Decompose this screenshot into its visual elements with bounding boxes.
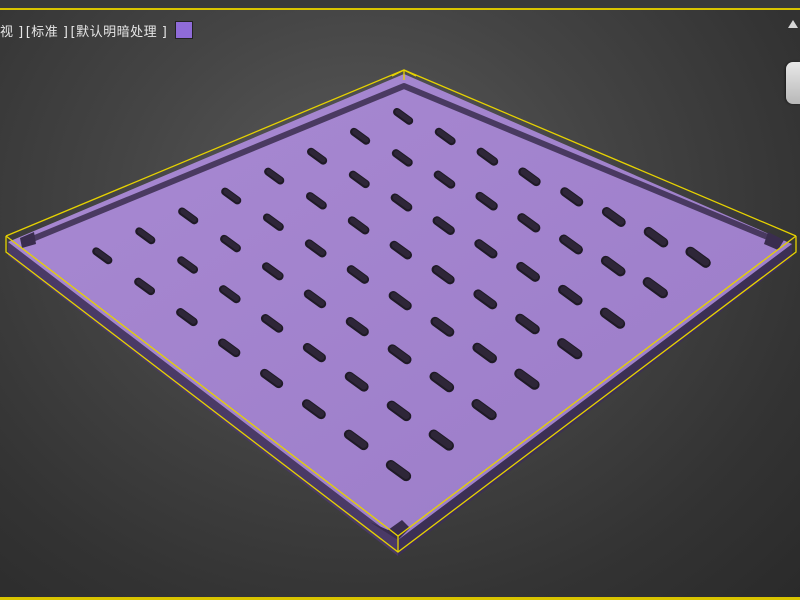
viewport-label-shading[interactable]: [默认明暗处理 ] bbox=[71, 21, 168, 40]
home-icon[interactable] bbox=[788, 20, 798, 28]
viewport[interactable]: 视 ] [标准 ] [默认明暗处理 ] bbox=[0, 0, 800, 600]
viewport-label-standard[interactable]: [标准 ] bbox=[26, 21, 69, 40]
viewcube-icon[interactable] bbox=[786, 62, 800, 104]
scene-canvas[interactable] bbox=[0, 0, 800, 600]
object-color-swatch[interactable] bbox=[175, 21, 194, 39]
viewport-label-view[interactable]: 视 ] bbox=[0, 21, 24, 40]
viewport-label[interactable]: 视 ] [标准 ] [默认明暗处理 ] bbox=[0, 20, 194, 40]
